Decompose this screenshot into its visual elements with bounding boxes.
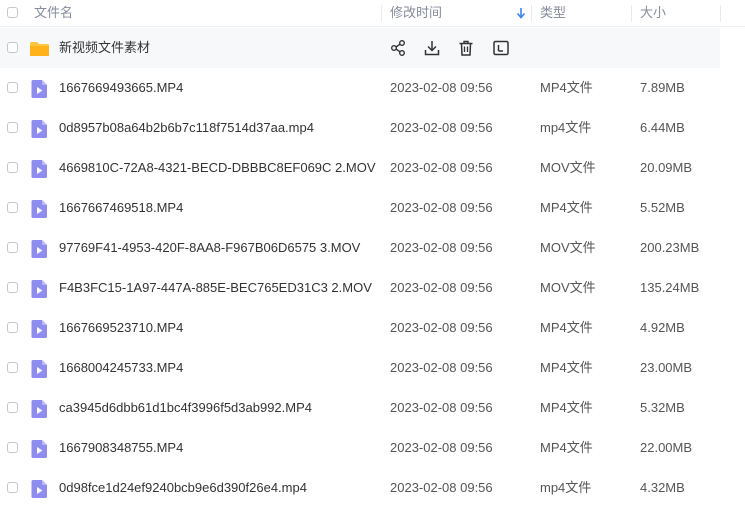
row-checkbox[interactable] [7, 162, 18, 173]
file-row[interactable]: 1667669493665.MP4 2023-02-08 09:56 MP4文件… [0, 68, 745, 108]
file-name[interactable]: 1668004245733.MP4 [59, 348, 183, 388]
video-file-icon [31, 360, 47, 378]
file-row[interactable]: 1667669523710.MP4 2023-02-08 09:56 MP4文件… [0, 308, 745, 348]
row-checkbox[interactable] [7, 202, 18, 213]
file-name[interactable]: 4669810C-72A8-4321-BECD-DBBBC8EF069C 2.M… [59, 148, 376, 188]
file-name[interactable]: 0d98fce1d24ef9240bcb9e6d390f26e4.mp4 [59, 468, 307, 508]
file-name[interactable]: 1667669523710.MP4 [59, 308, 183, 348]
column-header-type[interactable]: 类型 [540, 0, 566, 26]
row-checkbox[interactable] [7, 42, 18, 53]
file-type: MP4文件 [540, 200, 593, 215]
file-modified-time: 2023-02-08 09:56 [390, 280, 493, 295]
file-name[interactable]: 1667669493665.MP4 [59, 68, 183, 108]
file-type: MP4文件 [540, 440, 593, 455]
file-size: 6.44MB [640, 120, 685, 135]
row-checkbox[interactable] [7, 362, 18, 373]
file-modified-time: 2023-02-08 09:56 [390, 160, 493, 175]
rename-icon[interactable] [492, 39, 510, 57]
file-type: mp4文件 [540, 120, 592, 135]
column-divider[interactable] [631, 5, 632, 22]
file-row[interactable]: 0d98fce1d24ef9240bcb9e6d390f26e4.mp4 202… [0, 468, 745, 508]
file-name[interactable]: 97769F41-4953-420F-8AA8-F967B06D6575 3.M… [59, 228, 360, 268]
video-file-icon [31, 120, 47, 138]
video-file-icon [31, 400, 47, 418]
file-row[interactable]: 1668004245733.MP4 2023-02-08 09:56 MP4文件… [0, 348, 745, 388]
file-modified-time: 2023-02-08 09:56 [390, 80, 493, 95]
file-type: MOV文件 [540, 240, 596, 255]
file-row[interactable]: 1667908348755.MP4 2023-02-08 09:56 MP4文件… [0, 428, 745, 468]
file-modified-time: 2023-02-08 09:56 [390, 120, 493, 135]
column-header-mtime[interactable]: 修改时间 [390, 0, 442, 26]
file-name[interactable]: 1667908348755.MP4 [59, 428, 183, 468]
column-divider[interactable] [531, 5, 532, 22]
file-modified-time: 2023-02-08 09:56 [390, 440, 493, 455]
row-checkbox[interactable] [7, 442, 18, 453]
row-checkbox[interactable] [7, 322, 18, 333]
file-name[interactable]: ca3945d6dbb61d1bc4f3996f5d3ab992.MP4 [59, 388, 312, 428]
folder-icon [30, 42, 49, 56]
file-size: 4.92MB [640, 320, 685, 335]
file-type: MOV文件 [540, 280, 596, 295]
file-modified-time: 2023-02-08 09:56 [390, 400, 493, 415]
file-modified-time: 2023-02-08 09:56 [390, 320, 493, 335]
video-file-icon [31, 160, 47, 178]
file-row[interactable]: 97769F41-4953-420F-8AA8-F967B06D6575 3.M… [0, 228, 745, 268]
row-checkbox[interactable] [7, 242, 18, 253]
file-type: MP4文件 [540, 400, 593, 415]
file-modified-time: 2023-02-08 09:56 [390, 360, 493, 375]
download-icon[interactable] [423, 39, 441, 57]
file-size: 200.23MB [640, 240, 700, 255]
row-checkbox[interactable] [7, 402, 18, 413]
file-row[interactable]: 1667667469518.MP4 2023-02-08 09:56 MP4文件… [0, 188, 745, 228]
row-checkbox[interactable] [7, 82, 18, 93]
file-size: 5.32MB [640, 400, 685, 415]
video-file-icon [31, 240, 47, 258]
file-list-header: 文件名 修改时间 类型 大小 [0, 0, 745, 27]
column-header-name[interactable]: 文件名 [34, 0, 73, 26]
video-file-icon [31, 440, 47, 458]
file-row[interactable]: ca3945d6dbb61d1bc4f3996f5d3ab992.MP4 202… [0, 388, 745, 428]
file-row[interactable]: F4B3FC15-1A97-447A-885E-BEC765ED31C3 2.M… [0, 268, 745, 308]
delete-icon[interactable] [457, 39, 475, 57]
file-size: 20.09MB [640, 160, 693, 175]
video-file-icon [31, 320, 47, 338]
file-size: 5.52MB [640, 200, 685, 215]
file-type: MP4文件 [540, 80, 593, 95]
file-size: 135.24MB [640, 280, 700, 295]
file-modified-time: 2023-02-08 09:56 [390, 200, 493, 215]
column-divider[interactable] [720, 5, 721, 22]
select-all-checkbox[interactable] [7, 7, 18, 18]
sort-descending-icon[interactable] [516, 6, 526, 20]
column-header-size[interactable]: 大小 [640, 0, 666, 26]
row-checkbox[interactable] [7, 282, 18, 293]
row-checkbox[interactable] [7, 482, 18, 493]
file-modified-time: 2023-02-08 09:56 [390, 240, 493, 255]
folder-name[interactable]: 新视频文件素材 [59, 28, 150, 68]
file-row[interactable]: 4669810C-72A8-4321-BECD-DBBBC8EF069C 2.M… [0, 148, 745, 188]
file-type: mp4文件 [540, 480, 592, 495]
file-size: 4.32MB [640, 480, 685, 495]
file-name[interactable]: F4B3FC15-1A97-447A-885E-BEC765ED31C3 2.M… [59, 268, 372, 308]
video-file-icon [31, 280, 47, 298]
column-divider[interactable] [381, 5, 382, 22]
file-name[interactable]: 0d8957b08a64b2b6b7c118f7514d37aa.mp4 [59, 108, 314, 148]
file-type: MP4文件 [540, 360, 593, 375]
file-type: MOV文件 [540, 160, 596, 175]
video-file-icon [31, 80, 47, 98]
file-size: 22.00MB [640, 440, 693, 455]
file-size: 23.00MB [640, 360, 693, 375]
file-row[interactable]: 0d8957b08a64b2b6b7c118f7514d37aa.mp4 202… [0, 108, 745, 148]
video-file-icon [31, 200, 47, 218]
row-checkbox[interactable] [7, 122, 18, 133]
share-icon[interactable] [389, 39, 407, 57]
file-name[interactable]: 1667667469518.MP4 [59, 188, 183, 228]
file-size: 7.89MB [640, 80, 685, 95]
folder-row[interactable]: 新视频文件素材 [0, 28, 720, 68]
video-file-icon [31, 480, 47, 498]
file-modified-time: 2023-02-08 09:56 [390, 480, 493, 495]
file-type: MP4文件 [540, 320, 593, 335]
